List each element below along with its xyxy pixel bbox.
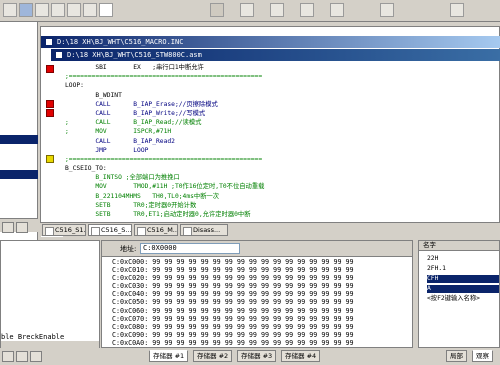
command-tab[interactable] <box>16 351 28 362</box>
save-icon[interactable] <box>210 3 224 17</box>
memory-row: C:0xC040: 99 99 99 99 99 99 99 99 99 99 … <box>112 290 354 299</box>
memory-row: C:0xC050: 99 99 99 99 99 99 99 99 99 99 … <box>112 298 354 307</box>
document-tabs: C516_S1... C516_S... C516_M... Disass... <box>40 222 500 236</box>
editor-gutter[interactable] <box>41 63 63 237</box>
code-area[interactable]: SBI EX ;串行口1中断允许 ;======================… <box>65 63 499 235</box>
redo-icon[interactable] <box>19 3 33 17</box>
code-line: B_INTSO ;全部端口为推挽口 <box>65 174 180 182</box>
memory-window: 地址: C:0X0000 C:0xC000: 99 99 99 99 99 99… <box>101 240 413 348</box>
doc-tab[interactable]: Disass... <box>180 224 228 236</box>
watch-row[interactable]: A <box>427 285 499 293</box>
memory-address-bar: 地址: C:0X0000 <box>102 241 412 257</box>
functions-tab[interactable] <box>16 222 28 233</box>
watch-row[interactable]: CFH <box>427 275 499 283</box>
locals-tab[interactable]: 局部 <box>446 350 467 362</box>
project-tabs <box>0 218 38 233</box>
project-tab[interactable] <box>2 222 14 233</box>
settings-icon[interactable] <box>83 3 97 17</box>
copy-icon[interactable] <box>35 3 49 17</box>
command-output-text: ble BreckEnable <box>1 333 65 341</box>
breakpoint-icon[interactable] <box>46 100 54 108</box>
command-tabs <box>0 348 100 365</box>
code-line: ;=======================================… <box>65 155 263 163</box>
outer-window-title-text: D:\18 XH\BJ_WHT\C516_MACRO.INC <box>57 38 184 46</box>
find-tab[interactable] <box>30 351 42 362</box>
breakpoint-icon[interactable] <box>46 109 54 117</box>
file-icon <box>45 38 53 46</box>
watch-tab[interactable]: 观察 <box>472 350 493 362</box>
code-line: CALL B_IAP_Erase;//页擦除模式 <box>65 100 218 108</box>
watch-window: 名字 22H 2FH.1 CFH A <按F2键输入名称> <box>418 240 500 348</box>
memory-row: C:0xC080: 99 99 99 99 99 99 99 99 99 99 … <box>112 322 354 331</box>
editor-window: D:\18 XH\BJ_WHT\C516_MACRO.INC D:\18 XH\… <box>40 26 500 237</box>
code-line: SBI EX ;串行口1中断允许 <box>65 64 204 71</box>
memory-row: C:0xC060: 99 99 99 99 99 99 99 99 99 99 … <box>112 306 354 315</box>
code-line: CALL B_IAP_Read2 <box>65 137 175 145</box>
watch-tabs: 局部 观察 <box>418 348 500 365</box>
inner-window-title-text: D:\18 XH\BJ_WHT\C516_STW800C.asm <box>67 51 202 59</box>
undo-icon[interactable] <box>3 3 17 17</box>
memory-tab-4[interactable]: 存储器 #4 <box>281 350 321 362</box>
command-window: ble BreckEnable <box>0 240 100 348</box>
project-pane <box>0 22 38 240</box>
memory-tab-1[interactable]: 存储器 #1 <box>149 350 189 362</box>
code-line: JMP LOOP <box>65 146 149 154</box>
code-line: SETB TR0,ET1;启动定时器0,允许定时器0中断 <box>65 211 251 218</box>
build-icon[interactable] <box>240 3 254 17</box>
watch-row[interactable]: 22H <box>427 255 499 263</box>
watch-row[interactable]: 2FH.1 <box>427 265 499 273</box>
reset-icon[interactable] <box>450 3 464 17</box>
doc-tab[interactable]: C516_M... <box>134 224 178 236</box>
current-line-arrow-icon <box>46 155 54 163</box>
memory-row: C:0xC070: 99 99 99 99 99 99 99 99 99 99 … <box>112 314 354 323</box>
code-line: ; CALL B_IAP_Read;//读模式 <box>65 119 202 127</box>
stepover-icon[interactable] <box>380 3 394 17</box>
build-output-tab[interactable] <box>2 351 14 362</box>
address-label: 地址: <box>120 245 137 253</box>
doc-tab[interactable]: C516_S... <box>88 224 132 236</box>
inner-window-title: D:\18 XH\BJ_WHT\C516_STW800C.asm <box>51 49 500 61</box>
code-line: B_WDINT <box>65 91 122 99</box>
code-line: SETB TR0;定时器0开始计数 <box>65 201 197 209</box>
paste-icon[interactable] <box>51 3 65 17</box>
step-icon[interactable] <box>330 3 344 17</box>
toolbar <box>0 0 500 22</box>
ide-window: D:\18 XH\BJ_WHT\C516_MACRO.INC D:\18 XH\… <box>0 0 500 365</box>
memory-tabs: 存储器 #1 存储器 #2 存储器 #3 存储器 #4 <box>101 348 413 365</box>
find-icon[interactable] <box>67 3 81 17</box>
code-line: B_221104MHMS TH0,TL0;4ms中断一次 <box>65 192 220 200</box>
horizontal-scrollbar[interactable] <box>1 341 99 348</box>
code-line: B_CSEIO_TO: <box>65 165 107 173</box>
outer-window-title: D:\18 XH\BJ_WHT\C516_MACRO.INC <box>41 36 500 48</box>
selected-item[interactable] <box>0 135 38 144</box>
doc-tab[interactable]: C516_S1... <box>42 224 86 236</box>
memory-row: C:0xC090: 99 99 99 99 99 99 99 99 99 99 … <box>112 330 354 339</box>
stop-icon[interactable] <box>270 3 284 17</box>
run-icon[interactable] <box>300 3 314 17</box>
memory-row: C:0xC0A0: 99 99 99 99 99 99 99 99 99 99 … <box>112 338 354 347</box>
memory-row: C:0xC000: 99 99 99 99 99 99 99 99 99 99 … <box>112 258 354 266</box>
selected-item[interactable] <box>0 170 38 179</box>
code-line: MOV TMOD,#11H ;T0作16位定时,T0不位自动重载 <box>65 183 265 191</box>
memory-tab-3[interactable]: 存储器 #3 <box>237 350 277 362</box>
bookmark-icon[interactable] <box>46 65 54 73</box>
memory-row: C:0xC020: 99 99 99 99 99 99 99 99 99 99 … <box>112 274 354 283</box>
memory-tab-2[interactable]: 存储器 #2 <box>193 350 233 362</box>
memory-row: C:0xC030: 99 99 99 99 99 99 99 99 99 99 … <box>112 282 354 291</box>
code-line: ;=======================================… <box>65 73 263 81</box>
file-icon <box>55 51 63 59</box>
memory-dump[interactable]: C:0xC000: 99 99 99 99 99 99 99 99 99 99 … <box>112 258 410 348</box>
open-icon[interactable] <box>99 3 113 17</box>
watch-column-header: 名字 <box>419 241 499 251</box>
code-line: ; MOV ISPCR,#71H <box>65 128 172 136</box>
watch-row[interactable]: <按F2键输入名称> <box>427 295 499 303</box>
memory-row: C:0xC010: 99 99 99 99 99 99 99 99 99 99 … <box>112 266 354 275</box>
code-line: LOOP: <box>65 82 84 90</box>
address-input[interactable]: C:0X0000 <box>140 243 240 254</box>
code-line: CALL B_IAP_Write;//写模式 <box>65 109 206 117</box>
